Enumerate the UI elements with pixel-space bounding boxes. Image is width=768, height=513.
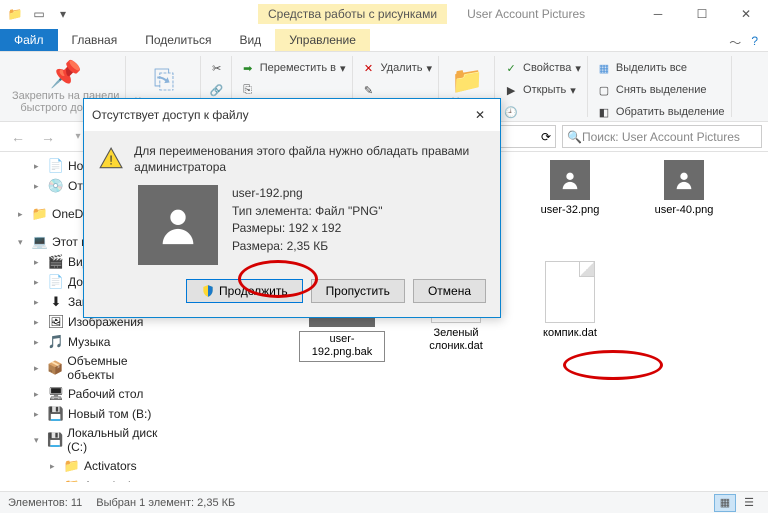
rename-icon: ✎ [361, 82, 377, 98]
search-icon: 🔍 [567, 130, 582, 144]
maximize-button[interactable]: ☐ [680, 0, 724, 28]
ribbon-copy-to[interactable]: ⎘ [240, 80, 256, 100]
svg-text:!: ! [109, 152, 113, 167]
ribbon-cut[interactable]: ✂ [209, 58, 225, 78]
ribbon-history[interactable]: 🕘 [503, 102, 519, 122]
nav-back-button[interactable]: ← [6, 125, 30, 149]
sidebar-item[interactable]: ▾💾Локальный диск (C:) [0, 424, 175, 456]
refresh-icon[interactable]: ⟳ [541, 130, 551, 144]
history-icon: 🕘 [503, 104, 519, 120]
nav-forward-button[interactable]: → [36, 125, 60, 149]
minimize-button[interactable]: ─ [636, 0, 680, 28]
status-selected: Выбран 1 элемент: 2,35 КБ [96, 497, 235, 509]
file-label: user-40.png [655, 204, 714, 217]
file-item[interactable]: user-32.png [527, 160, 613, 243]
sidebar-item[interactable]: ▸📁Autodesk [0, 476, 175, 482]
open-icon: ▶ [503, 82, 519, 98]
dialog-close-button[interactable]: ✕ [468, 105, 492, 125]
tab-file[interactable]: Файл [0, 29, 58, 51]
move-icon: ➡ [240, 60, 256, 76]
select-all-icon: ▦ [596, 60, 612, 76]
copy-icon: ⎘ [154, 64, 175, 96]
search-input[interactable]: 🔍 Поиск: User Account Pictures [562, 125, 762, 148]
context-tab-label: Средства работы с рисунками [258, 4, 447, 24]
sidebar-item[interactable]: ▸📁Activators [0, 456, 175, 476]
qat-new-folder-icon[interactable]: ▾ [52, 3, 74, 25]
view-thumbnails-button[interactable]: ▦ [714, 494, 736, 512]
tab-manage[interactable]: Управление [275, 29, 370, 51]
ribbon-delete[interactable]: ✕Удалить ▾ [361, 58, 433, 78]
ribbon-invert-selection[interactable]: ◧Обратить выделение [596, 102, 725, 122]
user-thumb [664, 160, 704, 200]
dialog-file-type: Тип элемента: Файл "PNG" [232, 203, 383, 220]
warning-icon: ! [98, 143, 124, 175]
sidebar-item[interactable]: ▸💾Новый том (B:) [0, 404, 175, 424]
ribbon-collapse-icon[interactable]: 〜 [729, 34, 741, 51]
ribbon-move-to[interactable]: ➡Переместить в ▾ [240, 58, 346, 78]
ribbon-select-all[interactable]: ▦Выделить все [596, 58, 687, 78]
ribbon-copy-path[interactable]: 🔗 [209, 80, 225, 100]
sidebar-item[interactable]: ▸🎵Музыка [0, 332, 175, 352]
status-count: Элементов: 11 [8, 497, 82, 509]
properties-icon: ✓ [503, 60, 519, 76]
ribbon-properties[interactable]: ✓Свойства ▾ [503, 58, 581, 78]
dialog-file-size: Размера: 2,35 КБ [232, 238, 383, 255]
sidebar-item[interactable]: ▸📦Объемные объекты [0, 352, 175, 384]
close-button[interactable]: ✕ [724, 0, 768, 28]
delete-icon: ✕ [361, 60, 377, 76]
window-title: User Account Pictures [467, 7, 585, 21]
skip-button[interactable]: Пропустить [311, 279, 405, 303]
dialog-file-thumb [138, 185, 218, 265]
tab-share[interactable]: Поделиться [131, 29, 225, 51]
qat-properties-icon[interactable]: ▭ [28, 3, 50, 25]
dialog-file-name: user-192.png [232, 185, 383, 202]
file-item[interactable]: user-40.png [641, 160, 727, 243]
dialog-title: Отсутствует доступ к файлу [92, 108, 249, 122]
search-placeholder: Поиск: User Account Pictures [582, 130, 740, 144]
file-label: user-32.png [541, 204, 600, 217]
dialog-message: Для переименования этого файла нужно обл… [134, 143, 486, 175]
tab-home[interactable]: Главная [58, 29, 132, 51]
view-details-button[interactable]: ☰ [738, 494, 760, 512]
app-icon: 📁 [4, 3, 26, 25]
doc-thumb [545, 261, 595, 323]
shield-icon [201, 284, 215, 298]
copyto-icon: ⎘ [240, 82, 256, 98]
sidebar-item[interactable]: ▸🖥Рабочий стол [0, 384, 175, 404]
ribbon-select-none[interactable]: ▢Снять выделение [596, 80, 707, 100]
cut-icon: ✂ [209, 60, 225, 76]
ribbon-open[interactable]: ▶Открыть ▾ [503, 80, 576, 100]
continue-button[interactable]: Продолжить [186, 279, 303, 303]
select-none-icon: ▢ [596, 82, 612, 98]
invert-icon: ◧ [596, 104, 612, 120]
dialog-file-dims: Размеры: 192 x 192 [232, 220, 383, 237]
ribbon-rename[interactable]: ✎ [361, 80, 377, 100]
pin-icon: 📌 [50, 59, 82, 90]
user-thumb [550, 160, 590, 200]
file-label: компик.dat [543, 327, 597, 340]
access-denied-dialog: Отсутствует доступ к файлу ✕ ! Для переи… [83, 98, 501, 318]
tab-view[interactable]: Вид [225, 29, 275, 51]
new-folder-icon: 📁 [451, 65, 483, 96]
cancel-button[interactable]: Отмена [413, 279, 486, 303]
path-icon: 🔗 [209, 82, 225, 98]
file-label[interactable]: user-192.png.bak [299, 331, 385, 361]
file-label: Зеленый слоник.dat [413, 327, 499, 353]
help-icon[interactable]: ? [751, 34, 758, 51]
file-item[interactable]: компик.dat [527, 261, 613, 361]
